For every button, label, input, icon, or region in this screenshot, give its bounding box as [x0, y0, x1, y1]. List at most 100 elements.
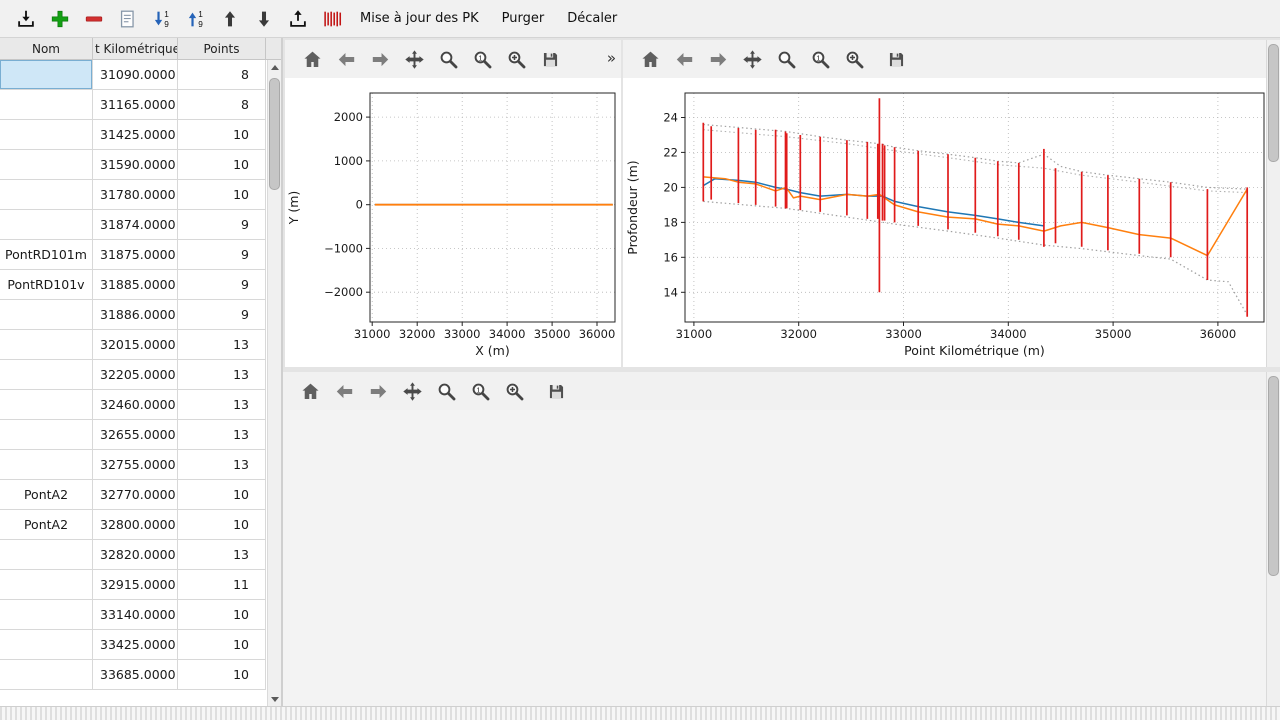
- table-cell[interactable]: 31165.0000: [93, 90, 178, 119]
- zoom-button[interactable]: [772, 45, 800, 73]
- zoom-rect-button[interactable]: [840, 45, 868, 73]
- table-cell[interactable]: 33685.0000: [93, 660, 178, 689]
- table-cell[interactable]: [0, 300, 93, 329]
- zoom-one-button[interactable]: [806, 45, 834, 73]
- toolbar-overflow-chevron[interactable]: »: [607, 49, 616, 67]
- table-cell[interactable]: 10: [178, 600, 266, 629]
- table-cell[interactable]: 31885.0000: [93, 270, 178, 299]
- add-row-button[interactable]: [44, 4, 75, 34]
- table-cell[interactable]: [0, 150, 93, 179]
- table-cell[interactable]: [0, 90, 93, 119]
- table-cell[interactable]: [0, 660, 93, 689]
- table-cell[interactable]: 31090.0000: [93, 60, 178, 89]
- table-cell[interactable]: 32015.0000: [93, 330, 178, 359]
- forward-button[interactable]: [366, 45, 394, 73]
- table-cell[interactable]: [0, 330, 93, 359]
- pan-button[interactable]: [398, 377, 426, 405]
- table-cell[interactable]: 13: [178, 360, 266, 389]
- purge-button[interactable]: Purger: [492, 5, 555, 32]
- table-cell[interactable]: PontA2: [0, 480, 93, 509]
- table-cell[interactable]: 33140.0000: [93, 600, 178, 629]
- table-cell[interactable]: 32755.0000: [93, 450, 178, 479]
- table-cell[interactable]: 11: [178, 570, 266, 599]
- table-cell[interactable]: PontA2: [0, 510, 93, 539]
- table-cell[interactable]: 10: [178, 630, 266, 659]
- plots-scrollbar-top[interactable]: [1266, 40, 1280, 367]
- table-cell[interactable]: 32205.0000: [93, 360, 178, 389]
- edit-list-button[interactable]: [112, 4, 143, 34]
- table-cell[interactable]: 32770.0000: [93, 480, 178, 509]
- table-cell[interactable]: 13: [178, 540, 266, 569]
- pan-button[interactable]: [400, 45, 428, 73]
- table-scrollbar[interactable]: [267, 60, 281, 706]
- move-up-button[interactable]: [214, 4, 245, 34]
- table-cell[interactable]: [0, 360, 93, 389]
- plots-scrollbar-bottom-thumb[interactable]: [1268, 376, 1279, 576]
- table-cell[interactable]: 10: [178, 120, 266, 149]
- table-cell[interactable]: 10: [178, 180, 266, 209]
- table-cell[interactable]: 10: [178, 150, 266, 179]
- table-cell[interactable]: [0, 210, 93, 239]
- profile-plot-canvas[interactable]: 3100032000330003400035000360001416182022…: [623, 78, 1268, 367]
- table-cell[interactable]: 8: [178, 90, 266, 119]
- table-cell[interactable]: [0, 390, 93, 419]
- zoom-one-button[interactable]: [468, 45, 496, 73]
- table-cell[interactable]: 9: [178, 240, 266, 269]
- table-cell[interactable]: 32820.0000: [93, 540, 178, 569]
- table-cell[interactable]: 32655.0000: [93, 420, 178, 449]
- forward-button[interactable]: [364, 377, 392, 405]
- plots-scrollbar-top-thumb[interactable]: [1268, 44, 1279, 162]
- update-pk-button[interactable]: Mise à jour des PK: [350, 5, 489, 32]
- sort-ascending-button[interactable]: [180, 4, 211, 34]
- table-cell[interactable]: PontRD101v: [0, 270, 93, 299]
- table-cell[interactable]: 13: [178, 420, 266, 449]
- table-cell[interactable]: [0, 630, 93, 659]
- table-cell[interactable]: [0, 60, 93, 89]
- scroll-down-button[interactable]: [268, 692, 281, 706]
- column-header-points[interactable]: Points: [178, 38, 266, 59]
- zoom-one-button[interactable]: [466, 377, 494, 405]
- back-button[interactable]: [332, 45, 360, 73]
- sort-descending-button[interactable]: [146, 4, 177, 34]
- table-cell[interactable]: 9: [178, 300, 266, 329]
- home-button[interactable]: [296, 377, 324, 405]
- table-cell[interactable]: [0, 600, 93, 629]
- save-figure-button[interactable]: [542, 377, 570, 405]
- export-button[interactable]: [282, 4, 313, 34]
- table-cell[interactable]: 31780.0000: [93, 180, 178, 209]
- table-cell[interactable]: 32460.0000: [93, 390, 178, 419]
- profiles-button[interactable]: [316, 4, 347, 34]
- table-cell[interactable]: 13: [178, 390, 266, 419]
- zoom-rect-button[interactable]: [500, 377, 528, 405]
- import-button[interactable]: [10, 4, 41, 34]
- table-cell[interactable]: 32800.0000: [93, 510, 178, 539]
- table-cell[interactable]: [0, 420, 93, 449]
- table-cell[interactable]: 8: [178, 60, 266, 89]
- table-cell[interactable]: [0, 540, 93, 569]
- table-cell[interactable]: 31874.0000: [93, 210, 178, 239]
- table-cell[interactable]: [0, 570, 93, 599]
- table-scrollbar-thumb[interactable]: [269, 78, 280, 190]
- table-cell[interactable]: 31886.0000: [93, 300, 178, 329]
- zoom-rect-button[interactable]: [502, 45, 530, 73]
- table-cell[interactable]: 31425.0000: [93, 120, 178, 149]
- table-cell[interactable]: 32915.0000: [93, 570, 178, 599]
- zoom-button[interactable]: [432, 377, 460, 405]
- table-cell[interactable]: 10: [178, 480, 266, 509]
- scroll-up-button[interactable]: [268, 60, 281, 74]
- table-cell[interactable]: 9: [178, 210, 266, 239]
- plots-scrollbar-bottom[interactable]: [1266, 372, 1280, 706]
- save-figure-button[interactable]: [882, 45, 910, 73]
- table-cell[interactable]: 31590.0000: [93, 150, 178, 179]
- table-cell[interactable]: [0, 120, 93, 149]
- forward-button[interactable]: [704, 45, 732, 73]
- back-button[interactable]: [670, 45, 698, 73]
- table-cell[interactable]: 10: [178, 510, 266, 539]
- shift-button[interactable]: Décaler: [557, 5, 627, 32]
- remove-row-button[interactable]: [78, 4, 109, 34]
- zoom-button[interactable]: [434, 45, 462, 73]
- pan-button[interactable]: [738, 45, 766, 73]
- table-cell[interactable]: PontRD101m: [0, 240, 93, 269]
- table-cell[interactable]: 13: [178, 450, 266, 479]
- table-cell[interactable]: 9: [178, 270, 266, 299]
